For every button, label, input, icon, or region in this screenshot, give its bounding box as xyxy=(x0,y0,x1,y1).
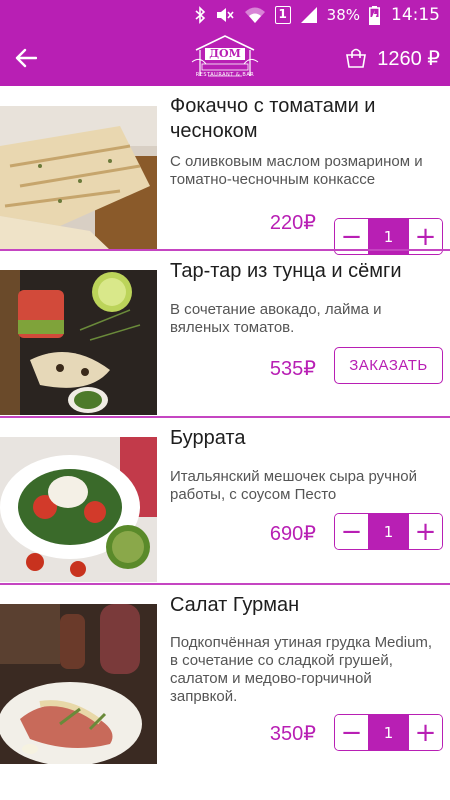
increase-button[interactable]: + xyxy=(409,715,442,750)
mute-icon xyxy=(215,6,235,24)
menu-item-gourmet-salad: Салат Гурман Подкопчённая утиная грудка … xyxy=(0,585,450,799)
dish-description: В сочетание авокадо, лайма и вяленых том… xyxy=(170,301,382,336)
logo-text: ДОМ xyxy=(209,47,241,60)
dish-photo-focaccia xyxy=(0,106,157,250)
menu-item-burrata: Буррата Итальянский мешочек сыра ручной … xyxy=(0,418,450,585)
dish-description: Подкопчённая утиная грудка Medium, в соч… xyxy=(170,634,433,705)
menu-list: Фокаччо с томатами и чесноком С оливковы… xyxy=(0,86,450,799)
shopping-bag-icon xyxy=(346,48,367,68)
cart-total: 1260 ₽ xyxy=(377,47,440,70)
cart-button[interactable]: 1260 ₽ xyxy=(345,38,440,78)
quantity-value: 1 xyxy=(368,715,409,750)
quantity-stepper: − 1 + xyxy=(334,714,443,751)
decrease-button[interactable]: − xyxy=(335,514,368,549)
dish-title: Фокаччо с томатами и чесноком xyxy=(170,95,376,142)
wifi-icon xyxy=(244,6,266,24)
quantity-stepper: − 1 + xyxy=(334,513,443,550)
dish-price: 690₽ xyxy=(269,523,316,545)
battery-percent: 38% xyxy=(326,6,360,24)
increase-button[interactable]: + xyxy=(409,514,442,549)
decrease-button[interactable]: − xyxy=(335,715,368,750)
dish-title: Салат Гурман xyxy=(170,594,300,616)
dish-description: Итальянский мешочек сыра ручной работы, … xyxy=(170,468,418,503)
order-button[interactable]: ЗАКАЗАТЬ xyxy=(334,347,443,384)
restaurant-logo: ДОМ RESTAURANT & BAR xyxy=(188,32,262,84)
back-button[interactable] xyxy=(6,38,46,78)
dish-title: Буррата xyxy=(170,427,246,449)
dish-photo-gourmet-salad xyxy=(0,604,157,764)
clock: 14:15 xyxy=(391,5,440,25)
status-bar: 1 38% 14:15 xyxy=(0,0,450,30)
dish-photo-burrata xyxy=(0,437,157,582)
dish-title: Тар-тар из тунца и сёмги xyxy=(170,260,402,282)
logo-subtitle: RESTAURANT & BAR xyxy=(195,72,255,78)
signal-icon xyxy=(300,6,318,24)
dish-description: С оливковым маслом розмарином и томатно-… xyxy=(170,153,423,188)
quantity-value: 1 xyxy=(368,514,409,549)
dish-price: 535₽ xyxy=(269,358,316,380)
dish-price: 220₽ xyxy=(269,212,316,234)
menu-item-focaccia: Фокаччо с томатами и чесноком С оливковы… xyxy=(0,86,450,255)
menu-item-tartare: Тар-тар из тунца и сёмги В сочетание аво… xyxy=(0,251,450,418)
sim-icon: 1 xyxy=(274,6,291,24)
battery-charging-icon xyxy=(369,5,380,25)
dish-price: 350₽ xyxy=(269,723,316,745)
arrow-left-icon xyxy=(15,48,37,68)
dish-photo-tartare xyxy=(0,270,157,415)
app-toolbar: ДОМ RESTAURANT & BAR 1260 ₽ xyxy=(0,30,450,86)
bluetooth-icon xyxy=(194,6,206,24)
